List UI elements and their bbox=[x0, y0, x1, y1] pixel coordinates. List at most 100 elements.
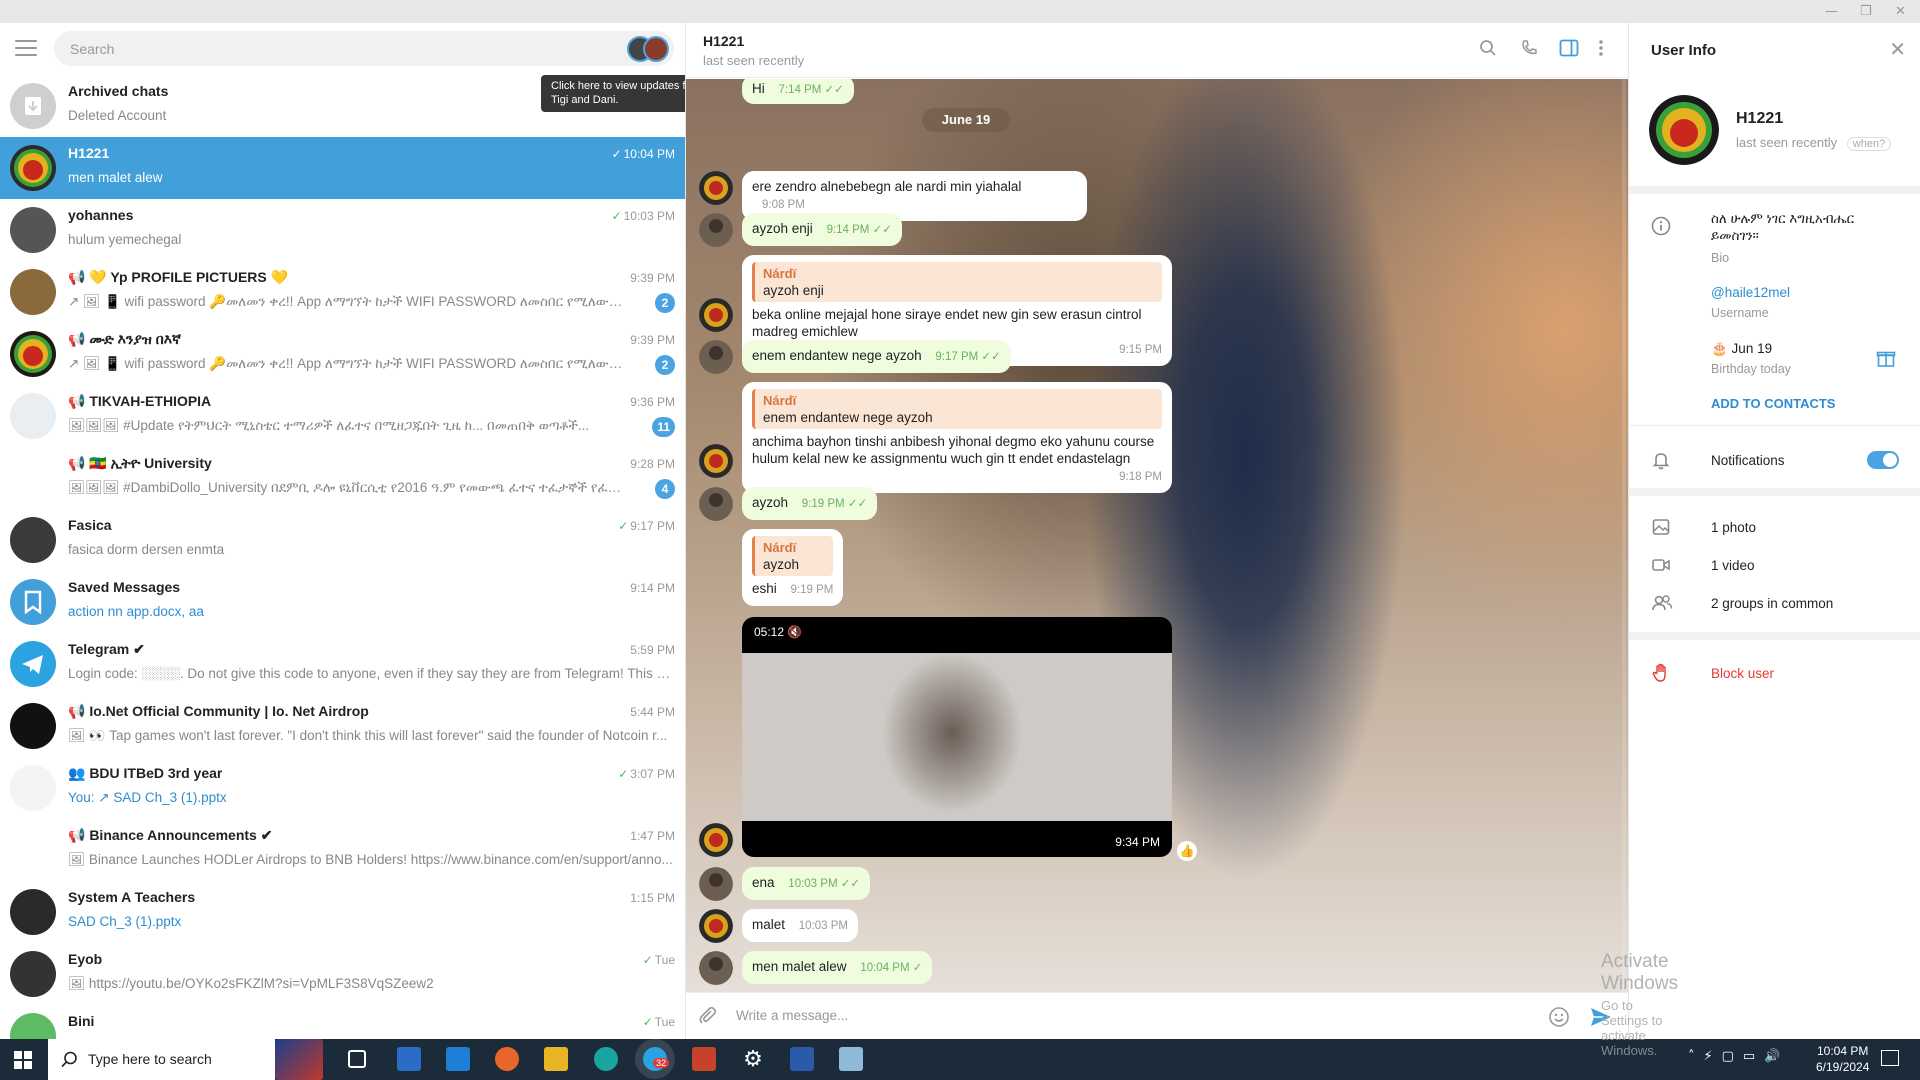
settings-icon[interactable]: ⚙ bbox=[741, 1047, 765, 1071]
avatar[interactable] bbox=[10, 393, 56, 439]
avatar[interactable] bbox=[10, 269, 56, 315]
reply-quote[interactable]: Nárdï enem endantew nege ayzoh bbox=[752, 389, 1162, 429]
more-options-icon[interactable] bbox=[1590, 39, 1612, 61]
profile-avatar[interactable] bbox=[1649, 95, 1719, 165]
avatar[interactable] bbox=[699, 867, 733, 901]
app-icon[interactable] bbox=[839, 1047, 863, 1071]
common-groups-item[interactable]: 2 groups in common bbox=[1711, 596, 1833, 611]
restore-icon[interactable]: ❐ bbox=[1860, 4, 1872, 19]
avatar[interactable] bbox=[699, 213, 733, 247]
shared-videos-item[interactable]: 1 video bbox=[1711, 558, 1755, 573]
chat-list-item[interactable]: 📢 ሙድ እንያዝ በእኛ 9:39 PM ↗ 🖼 📱 wifi password … bbox=[0, 323, 685, 385]
edge-icon[interactable] bbox=[594, 1047, 618, 1071]
avatar[interactable] bbox=[699, 444, 733, 478]
search-icon[interactable] bbox=[1477, 39, 1499, 61]
avatar[interactable] bbox=[699, 951, 733, 985]
chat-list-item[interactable]: H1221 ✓ 10:04 PM men malet alew bbox=[0, 137, 685, 199]
avatar[interactable] bbox=[10, 951, 56, 997]
video-message[interactable]: 05:12 🔇 9:34 PM bbox=[742, 617, 1172, 857]
avatar[interactable] bbox=[10, 579, 56, 625]
search-input[interactable]: Search bbox=[54, 31, 674, 66]
reply-quote[interactable]: Nárdï ayzoh bbox=[752, 536, 834, 576]
chat-list-item[interactable]: 📢 Binance Announcements ✔ 1:47 PM 🖼 Binanc… bbox=[0, 819, 685, 881]
sidebar-toggle-icon[interactable] bbox=[1558, 39, 1580, 61]
chat-list-item[interactable]: 📢 TIKVAH-ETHIOPIA 9:36 PM 🖼🖼🖼 #Update የትምህ… bbox=[0, 385, 685, 447]
avatar[interactable] bbox=[10, 331, 56, 377]
chat-list-item[interactable]: Eyob ✓ Tue 🖼 https://youtu.be/OYKo2sFKZlM?s… bbox=[0, 943, 685, 1005]
message-scrollbar[interactable] bbox=[1622, 79, 1626, 992]
chat-list-item[interactable]: Telegram ✔ 5:59 PM Login code: ░░░░. Do no… bbox=[0, 633, 685, 695]
avatar[interactable] bbox=[10, 889, 56, 935]
avatar[interactable] bbox=[699, 909, 733, 943]
telegram-taskbar-icon[interactable]: 32 bbox=[643, 1047, 670, 1071]
avatar[interactable] bbox=[10, 207, 56, 253]
firefox-icon[interactable] bbox=[495, 1047, 519, 1071]
shared-photos-item[interactable]: 1 photo bbox=[1711, 520, 1756, 535]
notifications-toggle[interactable] bbox=[1867, 451, 1899, 469]
story-avatar-2[interactable] bbox=[643, 36, 669, 62]
message-input[interactable]: Write a message... bbox=[736, 1008, 848, 1023]
message-bubble[interactable]: Hi 7:14 PM ✓✓ bbox=[742, 79, 854, 104]
menu-icon[interactable] bbox=[15, 40, 37, 56]
avatar[interactable] bbox=[10, 765, 56, 811]
powerpoint-icon[interactable] bbox=[692, 1047, 716, 1071]
message-bubble[interactable]: men malet alew 10:04 PM ✓ bbox=[742, 951, 933, 984]
chat-list-item[interactable]: Bini ✓ Tue bbox=[0, 1005, 685, 1039]
taskbar-search-box[interactable]: Type here to search bbox=[48, 1039, 275, 1080]
chat-list-item[interactable]: System A Teachers 1:15 PM SAD Ch_3 (1).ppt… bbox=[0, 881, 685, 943]
close-window-icon[interactable]: ✕ bbox=[1895, 4, 1906, 19]
chat-list-item[interactable]: 📢 Io.Net Official Community | Io. Net Ai… bbox=[0, 695, 685, 757]
message-bubble[interactable]: ayzoh 9:19 PM ✓✓ bbox=[742, 487, 878, 520]
avatar[interactable] bbox=[10, 703, 56, 749]
phone-icon[interactable] bbox=[1518, 39, 1540, 61]
avatar[interactable] bbox=[10, 1013, 56, 1039]
gift-icon[interactable] bbox=[1876, 348, 1896, 368]
message-history[interactable]: Hi 7:14 PM ✓✓ June 19 ere zendro alnebeb… bbox=[686, 79, 1628, 992]
message-bubble[interactable]: enem endantew nege ayzoh 9:17 PM ✓✓ bbox=[742, 340, 1011, 373]
chat-list-item[interactable]: Saved Messages 9:14 PM action nn app.docx,… bbox=[0, 571, 685, 633]
store-icon[interactable] bbox=[397, 1047, 421, 1071]
avatar[interactable] bbox=[10, 455, 56, 501]
emoji-icon[interactable] bbox=[1548, 1006, 1570, 1028]
taskbar-clock[interactable]: 10:04 PM 6/19/2024 bbox=[1816, 1043, 1869, 1075]
word-icon[interactable] bbox=[790, 1047, 814, 1071]
avatar[interactable] bbox=[699, 340, 733, 374]
windows-start-icon[interactable] bbox=[14, 1051, 32, 1069]
avatar[interactable] bbox=[699, 171, 733, 205]
system-tray-icons[interactable]: ˄⚡▢▭🔊 bbox=[1688, 1049, 1789, 1064]
avatar[interactable] bbox=[10, 641, 56, 687]
reaction-badge[interactable]: 👍 bbox=[1177, 841, 1197, 861]
avatar[interactable] bbox=[699, 823, 733, 857]
chat-list-item[interactable]: 📢 💛 Yp PROFILE PICTUERS 💛 9:39 PM ↗ 🖼 📱 wi… bbox=[0, 261, 685, 323]
message-bubble[interactable]: Nárdï enem endantew nege ayzoh anchima b… bbox=[742, 382, 1172, 493]
video-frame[interactable] bbox=[742, 653, 1172, 821]
minimize-icon[interactable]: — bbox=[1825, 4, 1838, 19]
message-bubble[interactable]: ena 10:03 PM ✓✓ bbox=[742, 867, 870, 900]
close-icon[interactable]: ✕ bbox=[1889, 37, 1906, 62]
reply-quote[interactable]: Nárdï ayzoh enji bbox=[752, 262, 1162, 302]
block-user-button[interactable]: Block user bbox=[1711, 666, 1774, 681]
chat-list-item[interactable]: 👥 BDU ITBeD 3rd year ✓ 3:07 PM You: ↗ SAD C… bbox=[0, 757, 685, 819]
attach-icon[interactable] bbox=[698, 1006, 718, 1026]
chat-list-item[interactable]: 📢 🇪🇹 ኢትዮ University 9:28 PM 🖼🖼🖼 #DambiDoll… bbox=[0, 447, 685, 509]
avatar[interactable] bbox=[10, 827, 56, 873]
file-explorer-icon[interactable] bbox=[544, 1047, 568, 1071]
message-bubble[interactable]: malet 10:03 PM bbox=[742, 909, 859, 942]
avatar[interactable] bbox=[10, 145, 56, 191]
chat-list-item[interactable]: yohannes ✓ 10:03 PM hulum yemechegal bbox=[0, 199, 685, 261]
search-highlight-icon[interactable] bbox=[275, 1039, 323, 1080]
username-link[interactable]: @haile12mel bbox=[1711, 285, 1790, 300]
message-bubble[interactable]: ayzoh enji 9:14 PM ✓✓ bbox=[742, 213, 902, 246]
notification-center-icon[interactable] bbox=[1881, 1050, 1899, 1066]
archive-icon[interactable] bbox=[10, 83, 56, 129]
add-to-contacts-button[interactable]: ADD TO CONTACTS bbox=[1711, 396, 1835, 411]
chat-header[interactable]: H1221 last seen recently bbox=[686, 23, 1628, 78]
chat-title[interactable]: H1221 bbox=[703, 33, 744, 49]
message-bubble[interactable]: Nárdï ayzoh eshi 9:19 PM bbox=[742, 529, 844, 606]
mail-icon[interactable] bbox=[446, 1047, 470, 1071]
chat-list-item[interactable]: Fasica ✓ 9:17 PM fasica dorm dersen enmta bbox=[0, 509, 685, 571]
task-view-icon[interactable] bbox=[348, 1050, 366, 1068]
avatar[interactable] bbox=[10, 517, 56, 563]
when-button[interactable]: when? bbox=[1846, 137, 1892, 151]
avatar[interactable] bbox=[699, 298, 733, 332]
